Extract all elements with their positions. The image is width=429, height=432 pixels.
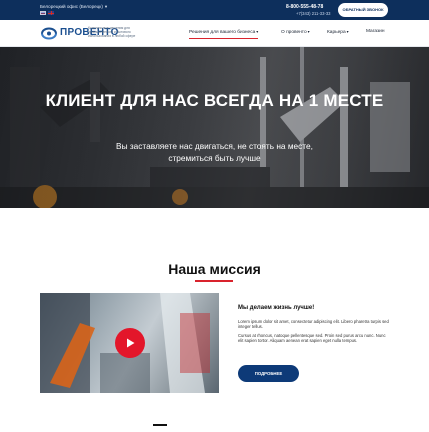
language-switcher	[40, 11, 54, 15]
chevron-down-icon: ▾	[256, 29, 259, 34]
nav-label: О провенто	[281, 30, 307, 35]
phone-main[interactable]: 8-800-555-48-78	[286, 4, 323, 10]
chevron-down-icon: ▾	[104, 4, 108, 9]
nav-label: Карьера	[327, 30, 346, 35]
play-icon	[127, 338, 135, 348]
nav-label: Магазин	[366, 29, 385, 34]
office-selector[interactable]: Белорецкий офис (Белорецк) ▾	[40, 4, 107, 10]
russian-flag-icon[interactable]	[40, 11, 46, 15]
nav-solutions[interactable]: Решения для вашего бизнеса▾	[189, 29, 259, 39]
hero-subtitle: Вы заставляете нас двигаться, не стоять …	[0, 140, 429, 164]
logo-icon[interactable]	[40, 27, 58, 40]
more-button[interactable]: ПОДРОБНЕЕ	[238, 365, 299, 382]
english-flag-icon[interactable]	[48, 11, 54, 15]
mission-paragraph: Lorem ipsum dolor sit amet, consectetur …	[238, 319, 389, 330]
hero-title: КЛИЕНТ ДЛЯ НАС ВСЕГДА НА 1 МЕСТЕ	[45, 91, 384, 110]
title-underline-divider	[195, 280, 233, 282]
mission-heading: Мы делаем жизнь лучше!	[238, 305, 315, 311]
nav-career[interactable]: Карьера▾	[327, 29, 349, 35]
top-bar: Белорецкий офис (Белорецк) ▾ 8-800-555-48…	[0, 0, 429, 20]
hero-subtitle-line: стремиться быть лучше	[168, 153, 261, 163]
mission-paragraph: Cursus at rhoncus, natoque pellentesque …	[238, 333, 386, 344]
hero-subtitle-line: Вы заставляете нас двигаться, не стоять …	[116, 141, 313, 151]
chevron-down-icon: ▾	[346, 29, 349, 34]
nav-label: Решения для вашего бизнеса	[189, 30, 256, 35]
hero-background-image	[0, 47, 429, 208]
chevron-down-icon: ▾	[307, 29, 310, 34]
mission-section-title: Наша миссия	[168, 261, 261, 277]
nav-shop[interactable]: Магазин	[366, 29, 385, 34]
office-label: Белорецкий офис (Белорецк)	[40, 4, 103, 9]
next-section-title-fragment	[153, 424, 167, 426]
hero-banner: КЛИЕНТ ДЛЯ НАС ВСЕГДА НА 1 МЕСТЕ Вы заст…	[0, 47, 429, 208]
mission-video[interactable]	[40, 293, 219, 393]
play-button[interactable]	[115, 328, 145, 358]
phone-secondary[interactable]: +7(343) 211-33-33	[296, 11, 331, 16]
main-header: ПРОВЕНТО Комплексные решения для промышл…	[0, 20, 429, 47]
nav-about[interactable]: О провенто▾	[281, 29, 310, 35]
callback-button[interactable]: ОБРАТНЫЙ ЗВОНОК	[338, 3, 388, 17]
logo-tagline: Комплексные решения для промышленного и …	[88, 26, 136, 38]
